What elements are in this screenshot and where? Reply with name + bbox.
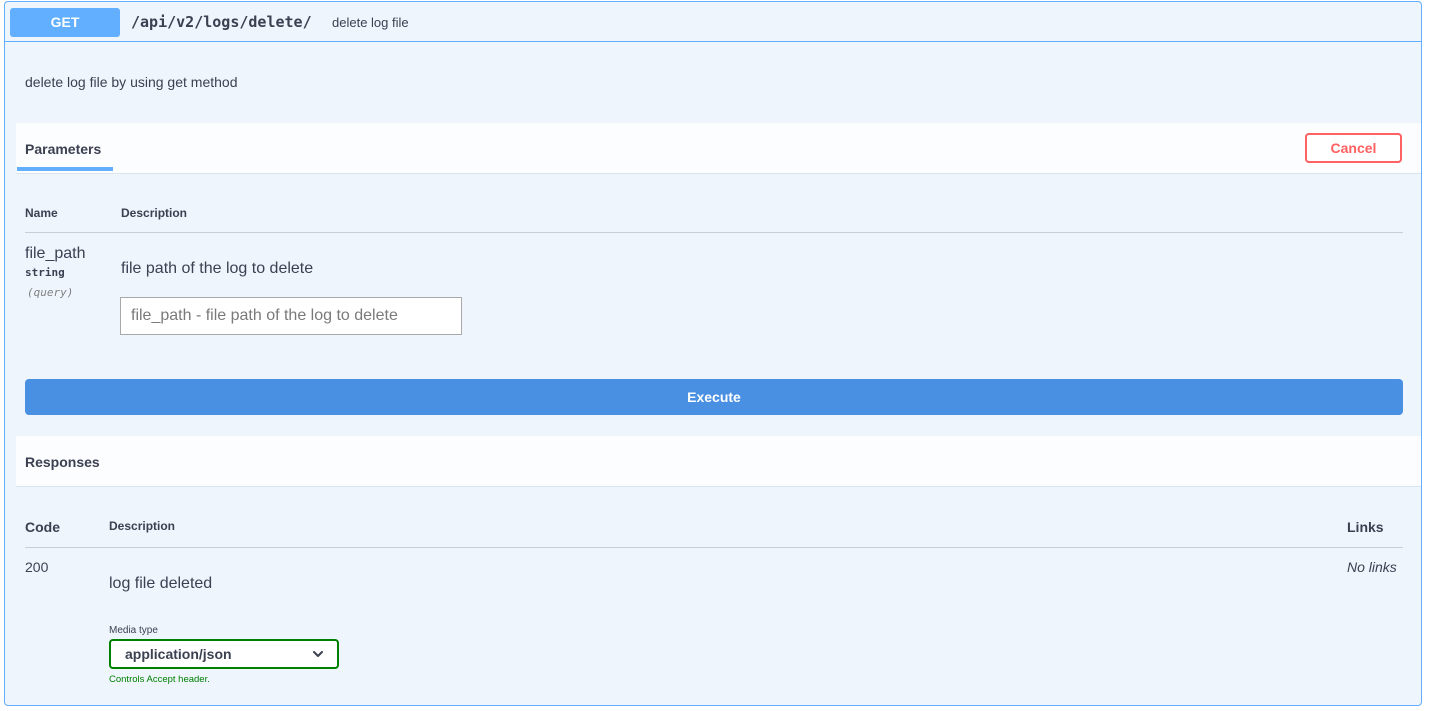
resp-col-description: Description bbox=[109, 519, 176, 533]
operation-summary-text: delete log file bbox=[332, 15, 409, 30]
responses-title: Responses bbox=[25, 454, 100, 470]
param-location: (query) bbox=[27, 286, 74, 299]
param-col-description: Description bbox=[121, 206, 188, 220]
response-code: 200 bbox=[25, 559, 49, 575]
media-type-value: application/json bbox=[125, 646, 232, 662]
param-name: file_path bbox=[25, 245, 86, 262]
method-badge: GET bbox=[10, 8, 120, 37]
param-col-name: Name bbox=[25, 206, 58, 220]
cancel-button[interactable]: Cancel bbox=[1305, 133, 1402, 163]
operation-path: /api/v2/logs/delete/ bbox=[131, 13, 312, 31]
media-type-label: Media type bbox=[109, 625, 158, 636]
response-description: log file deleted bbox=[109, 575, 213, 592]
response-links: No links bbox=[1347, 559, 1397, 575]
operation-block: GET /api/v2/logs/delete/ delete log file… bbox=[4, 1, 1422, 706]
media-type-hint: Controls Accept header. bbox=[109, 674, 210, 685]
file-path-input[interactable] bbox=[120, 297, 462, 335]
resp-col-links: Links bbox=[1347, 519, 1384, 535]
tab-parameters[interactable]: Parameters bbox=[25, 141, 101, 157]
operation-description: delete log file by using get method bbox=[25, 74, 238, 90]
operation-summary[interactable]: GET /api/v2/logs/delete/ delete log file bbox=[5, 2, 1421, 42]
parameters-header: Parameters Cancel bbox=[16, 123, 1421, 174]
chevron-down-icon bbox=[313, 651, 323, 657]
tab-active-indicator bbox=[17, 167, 113, 171]
responses-header: Responses bbox=[16, 436, 1421, 487]
media-type-select[interactable]: application/json bbox=[109, 639, 339, 669]
param-type: string bbox=[25, 266, 65, 279]
resp-header-divider bbox=[25, 547, 1403, 548]
execute-button[interactable]: Execute bbox=[25, 379, 1403, 415]
param-description: file path of the log to delete bbox=[121, 260, 314, 277]
resp-col-code: Code bbox=[25, 519, 60, 535]
param-header-divider bbox=[25, 232, 1403, 233]
